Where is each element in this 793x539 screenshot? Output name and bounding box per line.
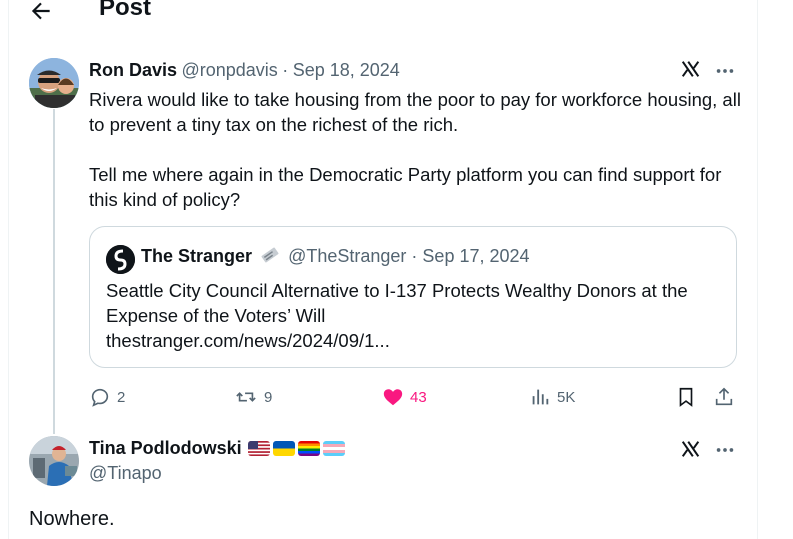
grok-icon — [681, 441, 700, 457]
more-options-button[interactable] — [714, 439, 736, 461]
quoted-tweet-text: Seattle City Council Alternative to I-13… — [106, 278, 726, 353]
reply-header: Tina Podlodowski — [89, 438, 345, 459]
newspaper-icon — [260, 246, 280, 269]
rainbow-flag-icon — [297, 441, 320, 456]
more-icon — [716, 448, 734, 452]
avatar-photo — [29, 436, 79, 486]
tweet-paragraph: Rivera would like to take housing from t… — [89, 89, 741, 135]
quoted-link[interactable]: thestranger.com/news/2024/09/1... — [106, 328, 726, 353]
quoted-author-handle: @TheStranger — [288, 246, 407, 266]
author-name[interactable]: Ron Davis — [89, 60, 177, 80]
like-count: 43 — [410, 388, 427, 406]
reply-author-name[interactable]: Tina Podlodowski — [89, 438, 242, 459]
tweet-date[interactable]: Sep 18, 2024 — [293, 60, 400, 80]
share-button[interactable] — [712, 383, 736, 411]
view-count: 5K — [557, 388, 576, 406]
quoted-tweet-date: Sep 17, 2024 — [422, 246, 530, 266]
grok-button[interactable] — [680, 58, 702, 80]
more-icon — [716, 69, 734, 73]
page-header: Post — [0, 0, 793, 36]
page-title: Post — [99, 0, 152, 21]
grok-icon — [681, 61, 700, 77]
like-button[interactable]: 43 — [382, 383, 427, 411]
separator-dot: · — [411, 246, 418, 266]
share-icon — [715, 387, 733, 406]
quoted-tweet-header: The Stranger @TheStranger · Sep 17, 2024 — [141, 246, 530, 269]
thread-connector-line — [53, 109, 55, 434]
tweet-action-bar: 2 9 43 5K — [89, 383, 749, 411]
quoted-headline: Seattle City Council Alternative to I-13… — [106, 280, 688, 326]
reply-button[interactable]: 2 — [89, 383, 125, 411]
tweet-paragraph: Tell me where again in the Democratic Pa… — [89, 164, 722, 210]
transgender-flag-icon — [322, 441, 345, 456]
views-button[interactable]: 5K — [529, 383, 575, 411]
bookmark-button[interactable] — [675, 383, 697, 411]
back-button[interactable] — [28, 0, 54, 24]
bookmark-icon — [679, 387, 693, 407]
reply-text: Nowhere. — [29, 508, 115, 530]
reply-count: 2 — [117, 388, 126, 406]
author-handle[interactable]: @ronpdavis — [181, 60, 277, 80]
reply-author-handle[interactable]: @Tinapo — [89, 463, 162, 484]
repost-count: 9 — [264, 388, 273, 406]
the-stranger-logo — [106, 245, 135, 274]
repost-icon — [236, 392, 256, 402]
grok-button[interactable] — [680, 438, 702, 460]
reply-icon — [91, 388, 109, 407]
avatar-photo — [29, 58, 79, 108]
more-options-button[interactable] — [714, 60, 736, 82]
avatar[interactable] — [29, 58, 79, 108]
us-flag-icon — [247, 441, 270, 456]
heart-filled-icon — [383, 389, 403, 406]
tweet-text: Rivera would like to take housing from t… — [89, 87, 749, 212]
quoted-author-name: The Stranger — [141, 246, 253, 266]
analytics-icon — [532, 389, 549, 405]
back-arrow-icon — [31, 2, 50, 20]
avatar[interactable] — [29, 436, 79, 486]
ukraine-flag-icon — [272, 441, 295, 456]
separator-dot: · — [282, 60, 289, 80]
repost-button[interactable]: 9 — [234, 383, 272, 411]
tweet-header: Ron Davis @ronpdavis · Sep 18, 2024 — [89, 60, 400, 81]
quoted-tweet-card[interactable]: The Stranger @TheStranger · Sep 17, 2024… — [89, 226, 737, 368]
